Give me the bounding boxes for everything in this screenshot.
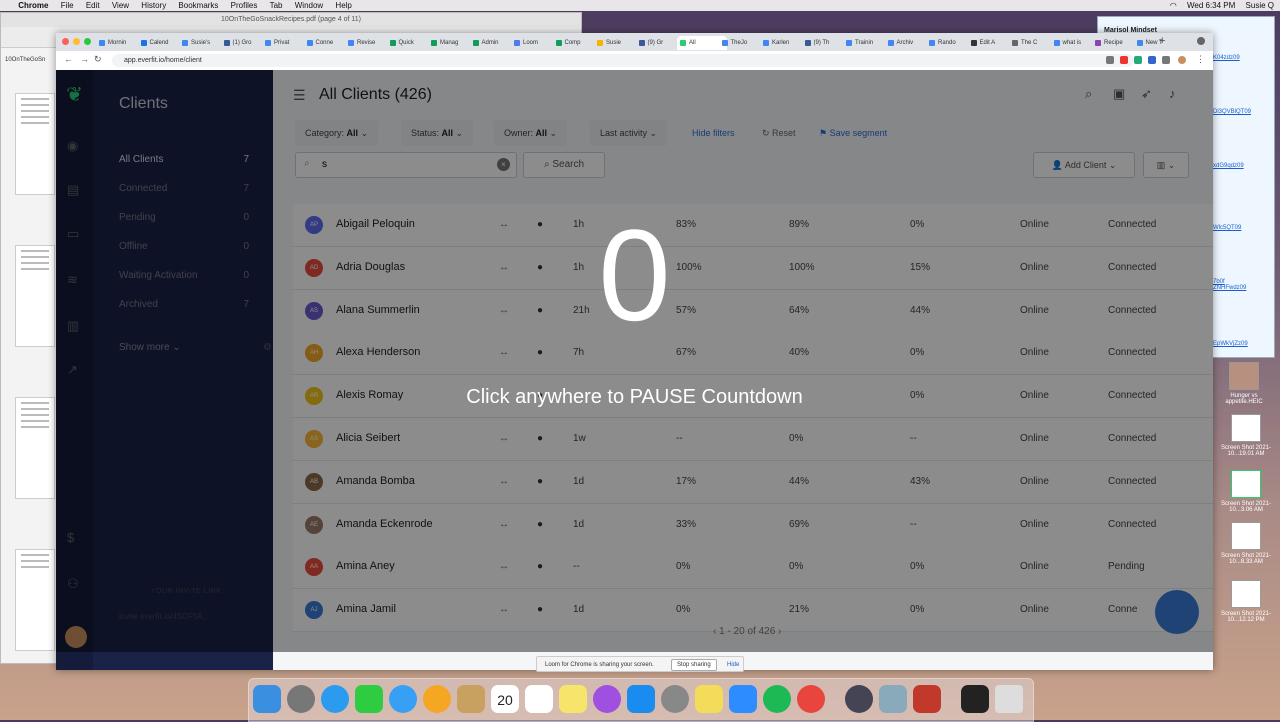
acrobat-icon[interactable] [913,685,941,713]
pdf-window-title: 10OnTheGoSnackRecipes.pdf (page 4 of 11) [1,13,581,27]
menu-file[interactable]: File [61,0,74,11]
zoom-window-icon[interactable] [84,38,91,45]
facetime-icon[interactable] [355,685,383,713]
profile-avatar-icon[interactable] [1178,56,1186,64]
screenshot-file-icon [1231,522,1261,550]
desktop-file-icon[interactable]: Hunger vs appetite.HEIC [1214,362,1274,405]
desktop-file-icon[interactable]: Screen Shot 2021-10...19.01 AM [1216,414,1276,457]
menu-window[interactable]: Window [295,0,323,11]
menu-view[interactable]: View [112,0,129,11]
menubar-user[interactable]: Susie Q [1246,0,1274,11]
back-arrow-icon[interactable]: ← [64,54,73,64]
url-field[interactable]: app.everfit.io/home/client [112,54,1134,67]
kebab-menu-icon[interactable]: ⋮ [1196,54,1205,65]
loom-sharing-message: Loom for Chrome is sharing your screen. [545,662,654,668]
extension-icon[interactable] [1120,56,1128,64]
wifi-icon[interactable]: ◠ [1170,0,1177,11]
trash-icon[interactable] [995,685,1023,713]
notes-link[interactable]: Dl3QVBlQT09 [1213,109,1251,115]
mac-dock: 20 [248,678,1034,722]
hide-button[interactable]: Hide [727,657,739,673]
tab-strip: Mornin Calend Susie's (1) Gro Privat Conne Rev… [56,33,1213,51]
address-bar: ← → ↻ app.everfit.io/home/client ⋮ [56,51,1213,71]
desktop-file-label: Screen Shot 2021-10...19.01 AM [1220,445,1272,457]
safari-icon[interactable] [321,685,349,713]
desktop-file-label: Screen Shot 2021-10...8.33 AM [1220,553,1272,565]
podcasts-icon[interactable] [593,685,621,713]
menubar-app-name[interactable]: Chrome [18,0,48,11]
pdf-page-thumbnail[interactable] [15,549,55,651]
menu-edit[interactable]: Edit [86,0,100,11]
loom-sharing-bar: Loom for Chrome is sharing your screen. … [536,656,744,672]
extensions-puzzle-icon[interactable] [1162,56,1170,64]
stickies-icon[interactable] [695,685,723,713]
notes-link[interactable]: Wlc5QT09 [1213,225,1241,231]
stop-sharing-button[interactable]: Stop sharing [671,659,717,671]
menu-tab[interactable]: Tab [270,0,283,11]
downloads-stack-icon[interactable] [961,685,989,713]
zoom-icon[interactable] [729,685,757,713]
pdf-page-thumbnail[interactable] [15,397,55,499]
launchpad-icon[interactable] [287,685,315,713]
notes-icon[interactable] [559,685,587,713]
calendar-day: 20 [497,692,513,708]
countdown-pause-message: Click anywhere to PAUSE Countdown [466,386,803,408]
new-tab-plus-icon[interactable]: + [1159,35,1165,47]
quicktime-icon[interactable] [845,685,873,713]
extension-icon[interactable] [1134,56,1142,64]
pdf-page-thumbnail[interactable] [15,245,55,347]
image-file-icon [1229,362,1259,390]
desktop-file-label: Screen Shot 2021-10...12.12 PM [1220,611,1272,623]
menu-history[interactable]: History [141,0,166,11]
menu-bookmarks[interactable]: Bookmarks [178,0,218,11]
desktop-file-icon[interactable]: Screen Shot 2021-10...8.33 AM [1216,522,1276,565]
photos-icon[interactable] [423,685,451,713]
desktop-file-label: Hunger vs appetite.HEIC [1225,393,1263,405]
mac-menubar: Chrome File Edit View History Bookmarks … [0,0,1280,11]
forward-arrow-icon[interactable]: → [80,54,89,64]
notes-link[interactable]: 7b0f ZNHFwdz09 [1213,279,1246,291]
pdf-sidebar-label: 10OnTheGoSn [5,57,46,63]
spotify-icon[interactable] [763,685,791,713]
notes-link[interactable]: K04zdz09 [1213,55,1240,61]
extension-icon[interactable] [1106,56,1114,64]
system-preferences-icon[interactable] [661,685,689,713]
minimize-window-icon[interactable] [73,38,80,45]
tab-search-icon[interactable] [1197,37,1205,45]
menubar-clock[interactable]: Wed 6:34 PM [1187,0,1235,11]
app-store-icon[interactable] [627,685,655,713]
screenshot-file-icon [1231,414,1261,442]
notes-link[interactable]: xdG9qdz09 [1213,163,1244,169]
calendar-icon[interactable]: 20 [491,685,519,713]
extension-icon[interactable] [1148,56,1156,64]
menubar-status: ◠ Wed 6:34 PM Susie Q [1162,0,1274,11]
menu-profiles[interactable]: Profiles [231,0,258,11]
reminders-icon[interactable] [525,685,553,713]
reload-icon[interactable]: ↻ [94,54,102,65]
countdown-overlay[interactable]: 0 Click anywhere to PAUSE Countdown [56,70,1213,652]
desktop-file-label: Screen Shot 2021-10...3.06 AM [1220,501,1272,513]
desktop-file-icon[interactable]: Screen Shot 2021-10...12.12 PM [1216,580,1276,623]
screenshot-file-icon [1231,470,1261,498]
pdf-page-thumbnail[interactable] [15,93,55,195]
messages-icon[interactable] [389,685,417,713]
desktop-file-icon[interactable]: Screen Shot 2021-10...3.06 AM [1216,470,1276,513]
menu-help[interactable]: Help [335,0,351,11]
countdown-number: 0 [598,202,671,348]
notes-link[interactable]: EpWkVjZz09 [1213,341,1248,347]
chrome-icon[interactable] [797,685,825,713]
contacts-icon[interactable] [457,685,485,713]
screenshot-file-icon [1231,580,1261,608]
preview-icon[interactable] [879,685,907,713]
finder-icon[interactable] [253,685,281,713]
close-window-icon[interactable] [62,38,69,45]
